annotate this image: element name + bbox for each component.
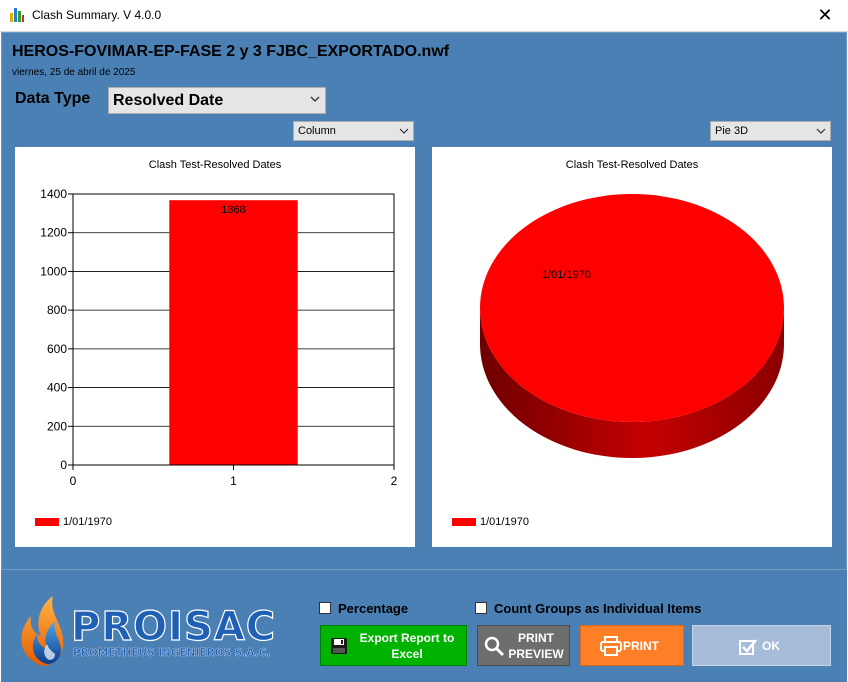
right-chart-type-value: Pie 3D: [715, 125, 749, 137]
data-type-select[interactable]: Resolved Date: [108, 87, 326, 114]
report-date: viernes, 25 de abril de 2025: [12, 67, 136, 78]
print-preview-button[interactable]: PRINT PREVIEW: [477, 625, 570, 666]
count-groups-label: Count Groups as Individual Items: [494, 601, 702, 616]
legend-label: 1/01/1970: [480, 516, 529, 528]
pie-slice-label: 1/01/1970: [542, 269, 591, 281]
svg-text:PROMETHEUS INGENIEROS S.A.C.: PROMETHEUS INGENIEROS S.A.C.: [73, 647, 270, 659]
check-box-icon: [739, 639, 757, 655]
percentage-label: Percentage: [338, 601, 409, 616]
report-title: HEROS-FOVIMAR-EP-FASE 2 y 3 FJBC_EXPORTA…: [12, 43, 450, 60]
print-label: PRINT: [623, 639, 659, 653]
column-chart: 0 200 400 600 800 1000 1200 1400 0 1 2 1368: [40, 187, 398, 488]
data-type-label: Data Type: [15, 90, 91, 107]
title-bar: Clash Summary. V 4.0.0 ✕: [0, 0, 848, 32]
pie-chart-panel: Clash Test-Resolved Dates 1/01/1970 1/01…: [432, 147, 832, 547]
app-bar-chart-icon: [10, 8, 24, 22]
legend-swatch: [35, 518, 59, 526]
x-tick-label: 2: [391, 474, 398, 488]
x-tick-label: 0: [70, 474, 77, 488]
window-client-area: HEROS-FOVIMAR-EP-FASE 2 y 3 FJBC_EXPORTA…: [1, 32, 847, 682]
ok-button[interactable]: OK: [692, 625, 831, 666]
left-chart-type-select[interactable]: Column: [293, 121, 414, 141]
chevron-down-icon: [310, 96, 320, 102]
left-chart-type-value: Column: [298, 125, 336, 137]
window-title: Clash Summary. V 4.0.0: [32, 8, 162, 22]
printer-icon: [600, 636, 622, 656]
y-tick-label: 1200: [40, 226, 67, 240]
right-chart-type-select[interactable]: Pie 3D: [710, 121, 831, 141]
pie-slice: [480, 194, 784, 422]
y-tick-label: 1400: [40, 187, 67, 201]
checkbox-box[interactable]: [475, 602, 487, 614]
y-tick-label: 0: [60, 458, 67, 472]
y-tick-label: 400: [47, 381, 67, 395]
floppy-disk-icon: [331, 638, 347, 654]
bar: [169, 200, 298, 466]
bottom-bar: PROISAC PROMETHEUS INGENIEROS S.A.C. Per…: [1, 570, 847, 682]
close-button[interactable]: ✕: [802, 0, 848, 31]
svg-text:PROISAC: PROISAC: [71, 604, 276, 650]
report-panel: HEROS-FOVIMAR-EP-FASE 2 y 3 FJBC_EXPORTA…: [1, 32, 847, 570]
export-label-line1: Export Report to: [359, 631, 455, 645]
magnifier-icon: [484, 636, 505, 657]
legend-label: 1/01/1970: [63, 516, 112, 528]
chevron-down-icon: [816, 128, 826, 134]
pie-3d-chart: 1/01/1970: [480, 194, 784, 458]
column-chart-panel: Clash Test-Resolved Dates 0 200 400 600 800 1…: [15, 147, 415, 547]
data-type-value: Resolved Date: [113, 92, 224, 109]
preview-label-line2: PREVIEW: [508, 647, 564, 661]
preview-label-line1: PRINT: [518, 631, 554, 645]
export-label-line2: Excel: [391, 647, 423, 661]
y-tick-label: 1000: [40, 264, 67, 278]
y-tick-label: 800: [47, 303, 67, 317]
chevron-down-icon: [399, 128, 409, 134]
y-tick-label: 600: [47, 342, 67, 356]
proisac-logo: PROISAC PROMETHEUS INGENIEROS S.A.C.: [21, 596, 276, 666]
y-tick-label: 200: [47, 419, 67, 433]
percentage-checkbox[interactable]: Percentage: [319, 601, 429, 617]
close-icon: ✕: [817, 5, 833, 25]
ok-label: OK: [762, 639, 780, 653]
checkbox-box[interactable]: [319, 602, 331, 614]
print-button[interactable]: PRINT: [580, 625, 684, 666]
bar-data-label: 1368: [221, 204, 245, 216]
export-excel-button[interactable]: Export Report to Excel: [320, 625, 467, 666]
legend-swatch: [452, 518, 476, 526]
count-groups-checkbox[interactable]: Count Groups as Individual Items: [475, 601, 725, 617]
x-tick-label: 1: [230, 474, 237, 488]
